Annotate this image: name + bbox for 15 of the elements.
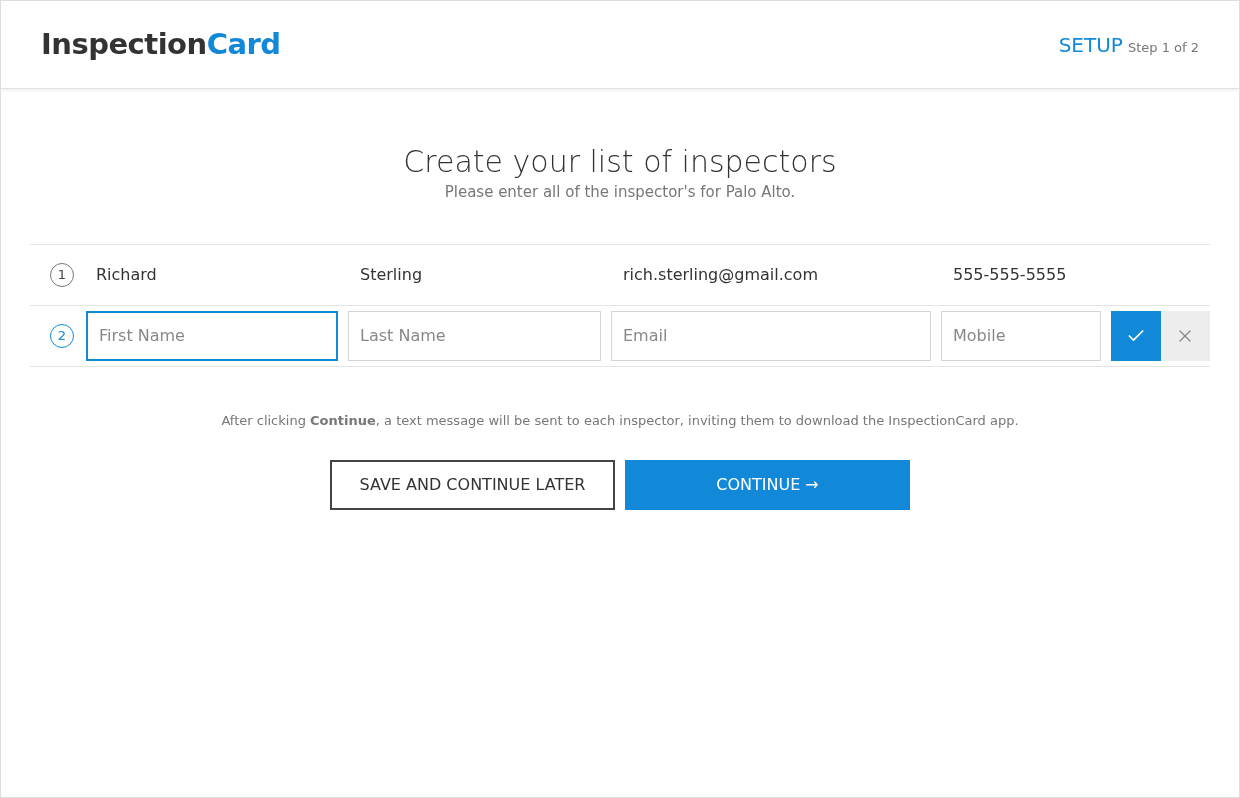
step-title: SETUP — [1058, 31, 1123, 59]
page-subtitle: Please enter all of the inspector's for Palo Alto. — [444, 182, 796, 203]
mobile-text: 555-555-5555 — [953, 263, 1067, 286]
save-later-button[interactable]: SAVE AND CONTINUE LATER — [330, 460, 615, 510]
last-name-text: Sterling — [360, 263, 424, 286]
page-title: Create your list of inspectors — [403, 144, 837, 180]
first-name-text: Richard — [96, 263, 158, 286]
cancel-button[interactable] — [1160, 310, 1210, 361]
email-text: rich.sterling@gmail.com — [623, 263, 819, 286]
confirm-button[interactable] — [1111, 310, 1161, 361]
text-field[interactable]: First Name — [86, 310, 338, 361]
logo: InspectionCard — [41, 25, 281, 63]
continue-button[interactable]: CONTINUE → — [625, 460, 910, 510]
step-text: Step 1 of 2 — [1127, 38, 1199, 57]
info-note: After clicking Continue, a text message will be sent to each inspector, inviting them to download the InspectionCard app. — [221, 411, 1019, 430]
